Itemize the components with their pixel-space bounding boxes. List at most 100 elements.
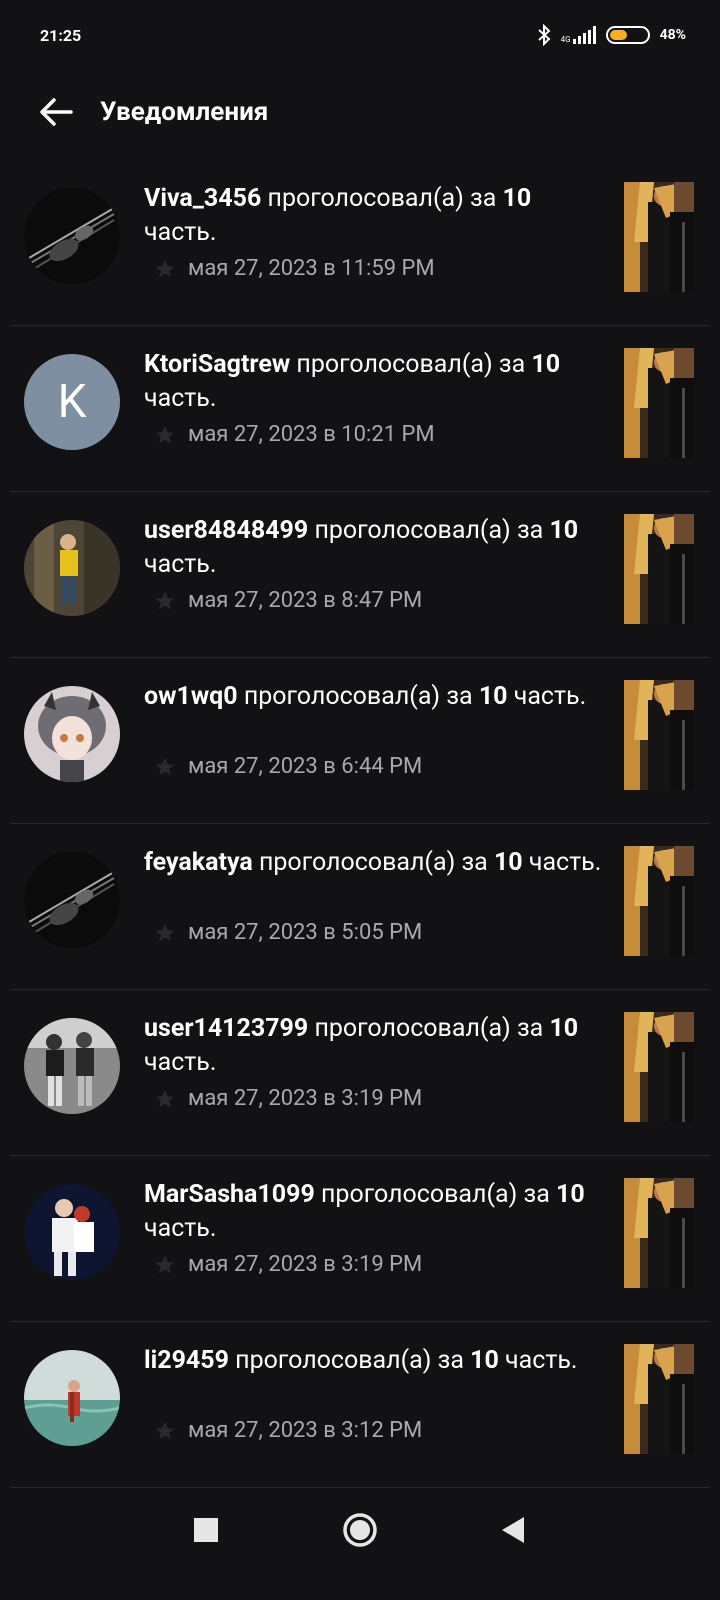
notification-item[interactable]: ow1wq0 проголосовал(а) за 10 часть. мая 2…	[10, 658, 710, 824]
network-label: 4G	[560, 35, 571, 44]
story-thumbnail[interactable]	[624, 1344, 694, 1454]
star-icon	[155, 259, 175, 277]
notification-username[interactable]: Viva_3456	[144, 184, 261, 213]
star-icon	[155, 425, 175, 443]
battery-icon	[605, 26, 650, 44]
notification-part-number: 10	[556, 1180, 585, 1209]
nav-back-button[interactable]	[492, 1508, 536, 1552]
star-icon	[155, 923, 175, 941]
notification-part-word: часть.	[144, 384, 217, 413]
notification-part-word: часть.	[144, 218, 217, 247]
star-icon	[155, 591, 175, 609]
notification-meta: мая 27, 2023 в 3:19 PM	[154, 1086, 422, 1111]
notification-text: user14123799 проголосовал(а) за 10 часть…	[144, 1012, 604, 1080]
notification-action: проголосовал(а) за	[258, 848, 488, 877]
star-icon	[155, 1089, 175, 1107]
notification-time: мая 27, 2023 в 11:59 PM	[188, 256, 435, 281]
story-thumbnail[interactable]	[624, 1012, 694, 1122]
notification-part-number: 10	[493, 848, 523, 877]
notification-action: проголосовал(а) за	[314, 1014, 544, 1043]
notification-part-number: 10	[549, 1014, 579, 1043]
avatar[interactable]	[24, 1350, 120, 1446]
notification-meta: мая 27, 2023 в 11:59 PM	[154, 256, 435, 281]
notification-part-number: 10	[531, 350, 561, 379]
notification-time: мая 27, 2023 в 5:05 PM	[188, 920, 423, 945]
notification-item[interactable]: K KtoriSagtrew проголосовал(а) за 10 част…	[10, 326, 710, 492]
notification-username[interactable]: user84848499	[144, 516, 308, 545]
page-title: Уведомления	[100, 97, 269, 127]
story-thumbnail[interactable]	[624, 680, 694, 790]
notification-username[interactable]: KtoriSagtrew	[144, 350, 290, 379]
notification-text: MarSasha1099 проголосовал(а) за 10 часть…	[144, 1178, 604, 1246]
notification-part-word: часть.	[505, 1346, 578, 1375]
cell-signal: 4G	[561, 26, 596, 44]
star-icon	[155, 1255, 175, 1273]
story-thumbnail[interactable]	[624, 182, 694, 292]
avatar[interactable]	[24, 1184, 120, 1280]
notification-time: мая 27, 2023 в 3:19 PM	[188, 1086, 423, 1111]
notification-action: проголосовал(а) за	[267, 184, 497, 213]
notification-part-number: 10	[549, 516, 579, 545]
notification-part-word: часть.	[528, 848, 602, 877]
notification-meta: мая 27, 2023 в 6:44 PM	[154, 754, 422, 779]
signal-bars-icon	[572, 26, 596, 44]
story-thumbnail[interactable]	[624, 1178, 694, 1288]
notification-part-word: часть.	[144, 550, 217, 579]
notification-meta: мая 27, 2023 в 3:19 PM	[154, 1252, 422, 1277]
avatar[interactable]	[24, 520, 120, 616]
avatar[interactable]	[24, 686, 120, 782]
status-bar: 21:25 4G 48%	[0, 0, 720, 70]
notification-text: feyakatya проголосовал(а) за 10 часть.	[144, 846, 604, 880]
notification-text: Viva_3456 проголосовал(а) за 10 часть.	[144, 182, 604, 250]
notification-item[interactable]: Viva_3456 проголосовал(а) за 10 часть. ма…	[10, 160, 710, 326]
battery-label: 48%	[659, 27, 686, 43]
notification-item[interactable]: MarSasha1099 проголосовал(а) за 10 часть…	[10, 1156, 710, 1322]
avatar-letter: K	[57, 375, 87, 429]
arrow-left-icon	[40, 98, 73, 126]
notification-text: ow1wq0 проголосовал(а) за 10 часть.	[144, 680, 604, 714]
story-thumbnail[interactable]	[624, 514, 694, 624]
bluetooth-icon	[537, 24, 551, 46]
notification-part-word: часть.	[513, 682, 587, 711]
notification-meta: мая 27, 2023 в 5:05 PM	[154, 920, 422, 945]
notification-time: мая 27, 2023 в 3:12 PM	[188, 1418, 423, 1443]
avatar[interactable]	[24, 1018, 120, 1114]
notification-username[interactable]: li29459	[144, 1346, 229, 1375]
notification-action: проголосовал(а) за	[314, 516, 544, 545]
star-icon	[155, 1421, 175, 1439]
notification-item[interactable]: user84848499 проголосовал(а) за 10 часть…	[10, 492, 710, 658]
notification-meta: мая 27, 2023 в 3:12 PM	[154, 1418, 422, 1443]
notification-time: мая 27, 2023 в 3:19 PM	[188, 1252, 423, 1277]
notification-part-number: 10	[470, 1346, 499, 1375]
notification-meta: мая 27, 2023 в 8:47 PM	[154, 588, 422, 613]
story-thumbnail[interactable]	[624, 846, 694, 956]
avatar[interactable]	[24, 188, 120, 284]
notification-item[interactable]: user14123799 проголосовал(а) за 10 часть…	[10, 990, 710, 1156]
system-nav-bar	[0, 1460, 720, 1600]
notification-username[interactable]: feyakatya	[144, 848, 253, 877]
notification-part-number: 10	[478, 682, 508, 711]
notification-list: Viva_3456 проголосовал(а) за 10 часть. ма…	[0, 160, 720, 1488]
notification-action: проголосовал(а) за	[243, 682, 473, 711]
battery-fill	[609, 30, 627, 40]
circle-icon	[343, 1513, 377, 1547]
notification-username[interactable]: user14123799	[144, 1014, 308, 1043]
notification-action: проголосовал(а) за	[296, 350, 526, 379]
notification-item[interactable]: feyakatya проголосовал(а) за 10 часть. ма…	[10, 824, 710, 990]
notification-text: li29459 проголосовал(а) за 10 часть.	[144, 1344, 604, 1378]
recents-button[interactable]	[184, 1508, 228, 1552]
square-icon	[194, 1518, 218, 1542]
back-button[interactable]	[16, 72, 96, 152]
notification-part-number: 10	[502, 184, 532, 213]
notification-username[interactable]: ow1wq0	[144, 682, 238, 711]
notification-username[interactable]: MarSasha1099	[144, 1180, 315, 1209]
notification-meta: мая 27, 2023 в 10:21 PM	[154, 422, 435, 447]
avatar[interactable]: K	[24, 354, 120, 450]
app-header: Уведомления	[0, 72, 720, 152]
star-icon	[155, 757, 175, 775]
story-thumbnail[interactable]	[624, 348, 694, 458]
avatar[interactable]	[24, 852, 120, 948]
status-time: 21:25	[40, 25, 82, 45]
notification-part-word: часть.	[144, 1048, 217, 1077]
home-button[interactable]	[338, 1508, 382, 1552]
